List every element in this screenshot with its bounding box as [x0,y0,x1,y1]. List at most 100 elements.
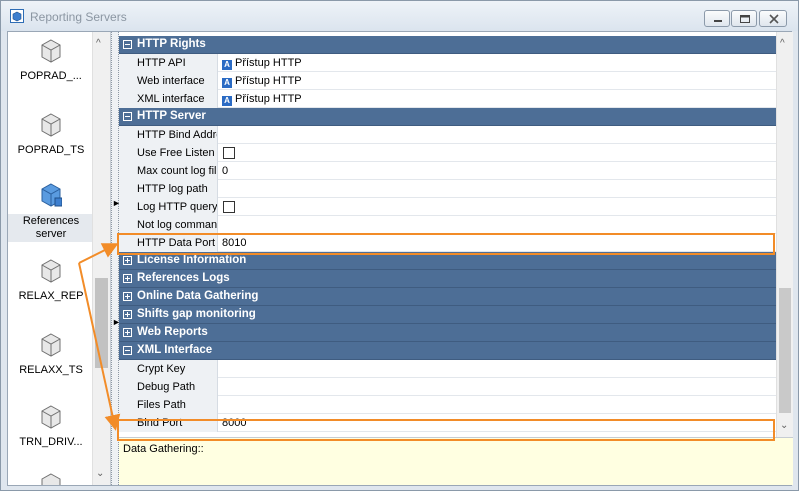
expand-icon[interactable] [123,274,132,283]
property-value[interactable]: 0 [219,162,228,180]
server-cube-icon [41,333,61,357]
row-margin [119,234,133,252]
property-row-http-data-port[interactable]: HTTP Data Port 8010 [119,234,776,252]
property-name: Web interface [133,72,218,90]
row-margin [119,180,133,198]
server-item-label: TRN_DRIV... [19,436,83,448]
category-http-server[interactable]: HTTP Server [119,108,776,126]
row-margin [119,144,133,162]
property-value[interactable] [219,180,222,198]
category-title: Online Data Gathering [137,290,259,302]
property-value[interactable] [219,396,222,414]
property-value[interactable] [219,126,222,144]
use-free-listen-checkbox[interactable] [223,147,235,159]
property-row[interactable]: Files Path [119,396,776,414]
row-margin [119,216,133,234]
category-online-data-gathering[interactable]: Online Data Gathering [119,288,776,306]
property-row[interactable]: Crypt Key [119,360,776,378]
scrollbar-thumb[interactable] [779,288,791,413]
panel-splitter[interactable]: ► ► [111,32,121,485]
server-cube-icon [41,405,61,429]
server-item[interactable]: RELAX_REP [8,258,94,303]
property-name: Crypt Key [133,360,218,378]
category-shifts-gap-monitoring[interactable]: Shifts gap monitoring [119,306,776,324]
property-value[interactable]: A Přístup HTTP [219,72,302,90]
property-value[interactable] [219,216,222,234]
property-value[interactable]: 8010 [219,234,246,252]
access-icon: A [222,60,232,70]
server-list-scrollbar[interactable]: ^ ⌄ [92,32,110,485]
expand-icon[interactable] [123,256,132,265]
minimize-icon [714,20,722,22]
scroll-up-icon[interactable]: ^ [96,38,101,49]
minimize-button[interactable] [704,10,730,27]
access-icon: A [222,78,232,88]
server-item[interactable]: TRN_DRIV... [8,404,94,449]
log-http-query-checkbox[interactable] [223,201,235,213]
property-row[interactable]: Web interface A Přístup HTTP [119,72,776,90]
maximize-button[interactable] [731,10,757,27]
server-item[interactable] [8,472,94,485]
property-row[interactable]: HTTP Bind Addre [119,126,776,144]
collapse-icon[interactable] [123,112,132,121]
property-value[interactable] [219,378,222,396]
category-title: HTTP Server [137,110,206,122]
server-item-selected[interactable]: References server [8,182,94,242]
property-name: HTTP API [133,54,218,72]
property-row[interactable]: Not log command [119,216,776,234]
property-row[interactable]: Debug Path [119,378,776,396]
access-icon: A [222,96,232,106]
expand-icon[interactable] [123,292,132,301]
property-name: Files Path [133,396,218,414]
category-license-information[interactable]: License Information [119,252,776,270]
server-list: POPRAD_... POPRAD_TS References server R… [8,32,111,485]
category-title: Web Reports [137,326,208,338]
row-margin [119,198,133,216]
property-row[interactable]: Max count log file 0 [119,162,776,180]
category-references-logs[interactable]: References Logs [119,270,776,288]
property-name: Not log command [133,216,218,234]
property-row[interactable]: HTTP API A Přístup HTTP [119,54,776,72]
property-row[interactable]: XML interface A Přístup HTTP [119,90,776,108]
property-value[interactable]: A Přístup HTTP [219,90,302,108]
property-value-text: Přístup HTTP [235,93,302,105]
property-row-bind-port[interactable]: Bind Port 8000 [119,414,776,432]
category-title: License Information [137,254,247,266]
category-xml-interface[interactable]: XML Interface [119,342,776,360]
collapse-icon[interactable] [123,40,132,49]
collapse-icon[interactable] [123,346,132,355]
property-row[interactable]: Use Free Listen F [119,144,776,162]
expand-icon[interactable] [123,310,132,319]
property-value[interactable]: A Přístup HTTP [219,54,302,72]
property-value[interactable] [219,360,222,378]
property-name: Log HTTP query [133,198,218,216]
property-row[interactable]: Log HTTP query [119,198,776,216]
server-cube-icon [41,473,61,485]
references-server-icon [41,183,62,207]
property-grid-scrollbar[interactable]: ^ ⌄ [776,32,793,437]
row-margin [119,396,133,414]
close-button[interactable] [759,10,787,27]
window-title: Reporting Servers [30,10,127,24]
server-item[interactable]: RELAXX_TS [8,332,94,377]
server-cube-icon [41,39,61,63]
server-item[interactable]: POPRAD_TS [8,112,94,157]
category-http-rights[interactable]: HTTP Rights [119,36,776,54]
property-name: Bind Port [133,414,218,432]
category-title: References Logs [137,272,230,284]
scroll-down-icon[interactable]: ⌄ [780,420,788,431]
row-margin [119,72,133,90]
scroll-up-icon[interactable]: ^ [780,38,785,49]
row-margin [119,378,133,396]
expand-icon[interactable] [123,328,132,337]
property-row[interactable]: HTTP log path [119,180,776,198]
category-title: Shifts gap monitoring [137,308,256,320]
scrollbar-thumb[interactable] [95,278,108,368]
category-web-reports[interactable]: Web Reports [119,324,776,342]
property-value[interactable]: 8000 [219,414,246,432]
scroll-down-icon[interactable]: ⌄ [96,468,104,479]
row-margin [119,360,133,378]
server-item[interactable]: POPRAD_... [8,38,94,83]
server-item-label: References server [8,214,94,242]
title-bar[interactable]: Reporting Servers [1,1,798,31]
